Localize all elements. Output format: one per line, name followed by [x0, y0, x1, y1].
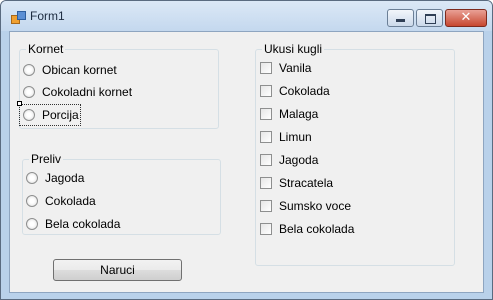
preliv-group: Preliv Jagoda Cokolada Bela cokolada [22, 151, 221, 235]
radio-label: Bela cokolada [45, 217, 121, 231]
kornet-group-label: Kornet [26, 41, 66, 57]
form-window: Form1 ✕ Kornet Obican kornet Cokoladni k… [0, 0, 493, 300]
radio-button[interactable] [23, 64, 35, 76]
window-title: Form1 [30, 9, 65, 23]
checkbox-vanila[interactable]: Vanila [260, 59, 311, 77]
kornet-group: Kornet Obican kornet Cokoladni kornet Po… [17, 41, 219, 129]
radio-label: Obican kornet [42, 63, 117, 77]
maximize-button[interactable] [416, 9, 443, 27]
ukusi-kugli-group: Ukusi kugli Vanila Cokolada Malaga Limun… [255, 41, 455, 266]
ukusi-kugli-group-label: Ukusi kugli [262, 41, 325, 57]
close-icon: ✕ [460, 10, 472, 25]
radio-button[interactable] [26, 218, 38, 230]
checkbox[interactable] [260, 108, 272, 120]
checkbox-label: Bela cokolada [279, 222, 355, 236]
checkbox[interactable] [260, 131, 272, 143]
checkbox-label: Cokolada [279, 84, 330, 98]
close-button[interactable]: ✕ [445, 9, 487, 27]
radio-button[interactable] [26, 172, 38, 184]
preliv-group-label: Preliv [29, 151, 64, 167]
radio-cokolada[interactable]: Cokolada [26, 192, 96, 210]
checkbox-label: Vanila [279, 61, 312, 75]
checkbox-jagoda[interactable]: Jagoda [260, 151, 318, 169]
selection-handle[interactable] [17, 101, 22, 106]
checkbox-limun[interactable]: Limun [260, 128, 312, 146]
title-bar[interactable]: Form1 ✕ [1, 1, 492, 31]
radio-bela-cokolada[interactable]: Bela cokolada [26, 215, 120, 233]
checkbox-bela-cokolada[interactable]: Bela cokolada [260, 220, 354, 238]
radio-label: Cokoladni kornet [42, 85, 133, 99]
form-client-area: Kornet Obican kornet Cokoladni kornet Po… [9, 31, 484, 293]
form-app-icon [11, 11, 26, 24]
radio-label: Cokolada [45, 194, 96, 208]
checkbox-cokolada[interactable]: Cokolada [260, 82, 330, 100]
minimize-icon [396, 19, 405, 22]
radio-label: Jagoda [45, 171, 85, 185]
checkbox-label: Sumsko voce [279, 199, 352, 213]
checkbox-label: Limun [279, 130, 312, 144]
checkbox-label: Stracatela [279, 176, 334, 190]
minimize-button[interactable] [387, 9, 414, 27]
focus-rectangle [19, 104, 81, 126]
radio-button[interactable] [26, 195, 38, 207]
checkbox[interactable] [260, 200, 272, 212]
checkbox-malaga[interactable]: Malaga [260, 105, 318, 123]
checkbox[interactable] [260, 62, 272, 74]
checkbox[interactable] [260, 177, 272, 189]
checkbox-label: Jagoda [279, 153, 319, 167]
radio-button[interactable] [23, 86, 35, 98]
checkbox-label: Malaga [279, 107, 319, 121]
maximize-icon [425, 14, 436, 24]
checkbox-stracatela[interactable]: Stracatela [260, 174, 333, 192]
checkbox[interactable] [260, 85, 272, 97]
checkbox[interactable] [260, 223, 272, 235]
checkbox[interactable] [260, 154, 272, 166]
radio-jagoda[interactable]: Jagoda [26, 169, 84, 187]
checkbox-sumsko-voce[interactable]: Sumsko voce [260, 197, 351, 215]
radio-obican-kornet[interactable]: Obican kornet [23, 61, 117, 79]
radio-cokoladni-kornet[interactable]: Cokoladni kornet [23, 83, 132, 101]
naruci-button[interactable]: Naruci [53, 259, 182, 281]
